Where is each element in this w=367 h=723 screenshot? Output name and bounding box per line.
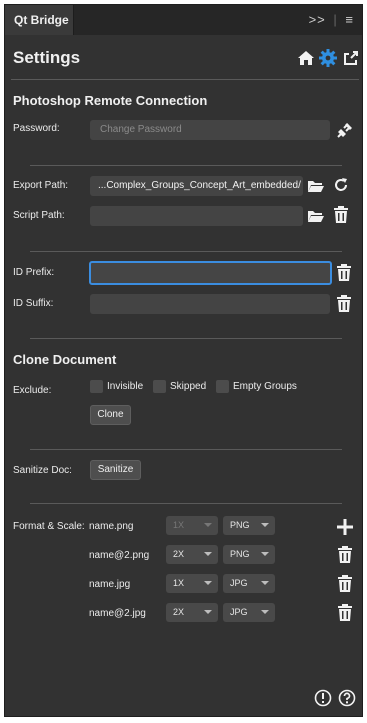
- trash-icon[interactable]: [337, 546, 353, 564]
- info-icon[interactable]: [314, 689, 332, 707]
- tab-bar: Qt Bridge >> | ≡: [5, 5, 362, 35]
- divider: [30, 165, 342, 166]
- format-scale-label: Format & Scale:: [13, 521, 85, 532]
- divider: [30, 503, 342, 504]
- divider: [30, 338, 342, 339]
- checkbox-empty-groups[interactable]: [216, 380, 229, 393]
- chevron-down-icon: [204, 523, 212, 527]
- chevron-down-icon: [261, 552, 269, 556]
- trash-icon[interactable]: [337, 604, 353, 622]
- sanitize-doc-label: Sanitize Doc:: [13, 465, 72, 476]
- divider: [30, 251, 342, 252]
- divider: [11, 79, 359, 80]
- checkbox-skipped[interactable]: [153, 380, 166, 393]
- scale-value: 1X: [173, 520, 185, 530]
- panel-menu[interactable]: >> | ≡: [309, 12, 354, 27]
- folder-open-icon[interactable]: [307, 208, 325, 224]
- sanitize-button[interactable]: Sanitize: [90, 460, 141, 480]
- clone-button[interactable]: Clone: [90, 405, 131, 425]
- id-suffix-label: ID Suffix:: [13, 298, 54, 309]
- gear-icon[interactable]: [318, 48, 338, 68]
- format-select[interactable]: PNG: [223, 545, 275, 564]
- format-value: PNG: [230, 520, 250, 530]
- section-remote-connection: Photoshop Remote Connection: [13, 93, 208, 108]
- connect-plug-icon[interactable]: [335, 120, 353, 140]
- password-field[interactable]: Change Password: [90, 120, 330, 140]
- export-path-field[interactable]: ...Complex_Groups_Concept_Art_embedded/: [90, 176, 303, 196]
- help-icon[interactable]: [338, 689, 356, 707]
- checkbox-invisible-label: Invisible: [107, 381, 144, 392]
- format-select[interactable]: PNG: [223, 516, 275, 535]
- chevron-down-icon: [204, 552, 212, 556]
- format-value: JPG: [230, 578, 248, 588]
- divider: |: [333, 12, 338, 27]
- export-icon[interactable]: [342, 49, 360, 67]
- format-value: JPG: [230, 607, 248, 617]
- chevron-down-icon: [261, 523, 269, 527]
- scale-select[interactable]: 1X: [166, 574, 218, 593]
- format-select[interactable]: JPG: [223, 574, 275, 593]
- divider: [30, 449, 342, 450]
- chevron-down-icon: [204, 610, 212, 614]
- trash-icon[interactable]: [337, 575, 353, 593]
- folder-open-icon[interactable]: [307, 178, 325, 194]
- refresh-icon[interactable]: [332, 176, 350, 194]
- chevron-down-icon: [261, 610, 269, 614]
- scale-select[interactable]: 2X: [166, 545, 218, 564]
- scale-select: 1X: [166, 516, 218, 535]
- format-row-name: name@2.jpg: [89, 608, 146, 619]
- checkbox-invisible[interactable]: [90, 380, 103, 393]
- add-format-icon[interactable]: [336, 518, 354, 536]
- id-prefix-label: ID Prefix:: [13, 267, 55, 278]
- checkbox-empty-groups-label: Empty Groups: [233, 381, 297, 392]
- format-row-name: name.jpg: [89, 579, 131, 590]
- menu-icon[interactable]: ≡: [345, 12, 354, 27]
- collapse-chevron-icon[interactable]: >>: [309, 12, 326, 27]
- qt-bridge-panel: Qt Bridge >> | ≡ Settings Photoshop Remo…: [4, 4, 363, 717]
- tab-qt-bridge[interactable]: Qt Bridge: [5, 5, 74, 35]
- section-clone-document: Clone Document: [13, 352, 117, 367]
- trash-icon[interactable]: [336, 295, 352, 313]
- exclude-label: Exclude:: [13, 385, 52, 396]
- script-path-field[interactable]: [90, 206, 303, 226]
- format-row-name: name@2.png: [89, 550, 150, 561]
- tab-title: Qt Bridge: [14, 13, 69, 27]
- scale-select[interactable]: 2X: [166, 603, 218, 622]
- scale-value: 2X: [173, 607, 185, 617]
- trash-icon[interactable]: [336, 264, 352, 282]
- home-icon[interactable]: [297, 49, 315, 67]
- chevron-down-icon: [261, 581, 269, 585]
- trash-icon[interactable]: [333, 206, 349, 224]
- id-suffix-field[interactable]: [90, 294, 330, 314]
- chevron-down-icon: [204, 581, 212, 585]
- id-prefix-field[interactable]: [89, 261, 332, 285]
- page-title: Settings: [13, 48, 81, 67]
- format-value: PNG: [230, 549, 250, 559]
- scale-value: 2X: [173, 549, 185, 559]
- format-row-name: name.png: [89, 521, 134, 532]
- scale-value: 1X: [173, 578, 185, 588]
- script-path-label: Script Path:: [13, 210, 65, 221]
- checkbox-skipped-label: Skipped: [170, 381, 207, 392]
- export-path-label: Export Path:: [13, 180, 69, 191]
- format-select[interactable]: JPG: [223, 603, 275, 622]
- password-label: Password:: [13, 123, 60, 134]
